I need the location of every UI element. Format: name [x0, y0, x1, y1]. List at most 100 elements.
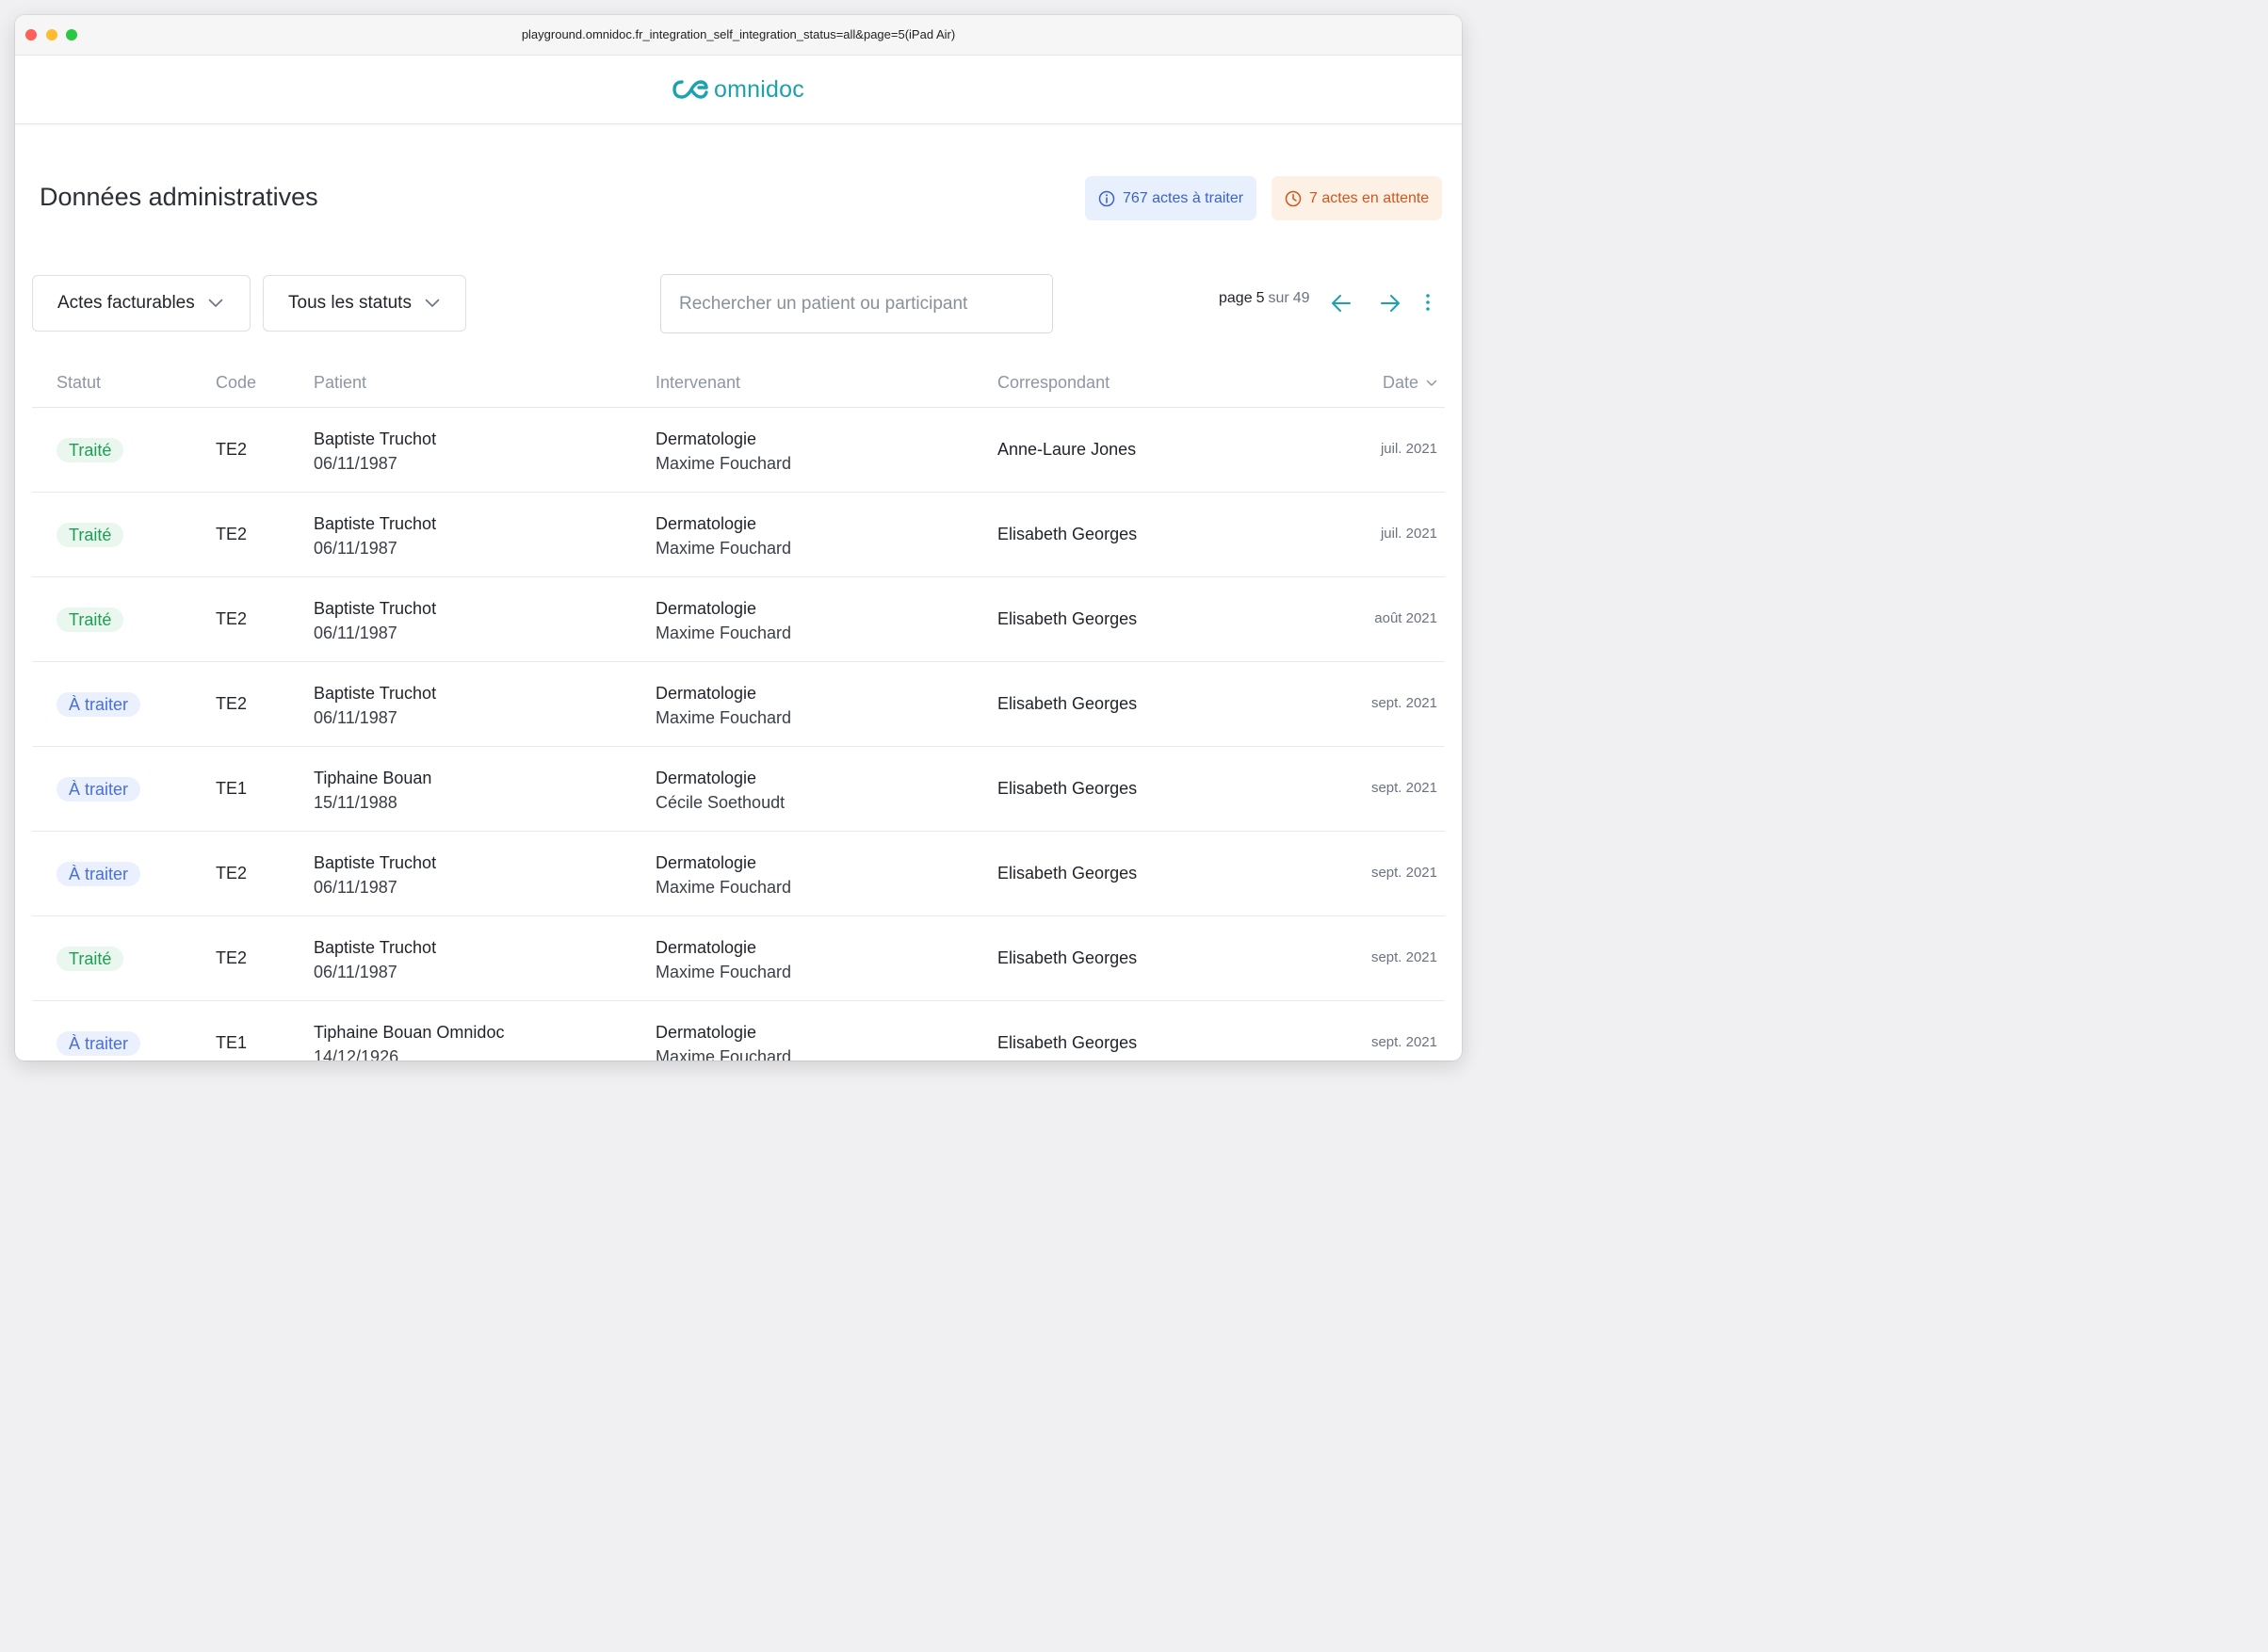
patient-birthdate: 14/12/1926 — [314, 1047, 399, 1061]
status-select[interactable]: Tous les statuts — [263, 275, 466, 332]
act-code: TE2 — [216, 864, 248, 883]
app-header: omnidoc — [15, 56, 1462, 124]
previous-page-button[interactable] — [1328, 290, 1354, 316]
patient-birthdate: 06/11/1987 — [314, 708, 397, 727]
act-date: juil. 2021 — [1380, 526, 1437, 542]
info-circle-icon — [1098, 190, 1115, 206]
omnidoc-logo[interactable]: omnidoc — [672, 76, 804, 104]
sort-chevron-down-icon — [1426, 380, 1437, 386]
header-code[interactable]: Code — [216, 373, 256, 393]
correspondant-name: Elisabeth Georges — [997, 1033, 1138, 1052]
practitioner-name: Maxime Fouchard — [656, 878, 792, 897]
patient-cell: Baptiste Truchot 06/11/1987 — [314, 935, 436, 984]
act-date: sept. 2021 — [1370, 949, 1437, 965]
acts-table: Statut Code Patient Intervenant Correspo… — [32, 362, 1445, 1061]
patient-name: Baptiste Truchot — [314, 514, 437, 533]
status-badge: À traiter — [57, 1031, 141, 1056]
page-label: page — [1219, 290, 1253, 306]
correspondant-name: Elisabeth Georges — [997, 864, 1138, 883]
table-row[interactable]: À traiter TE1 Tiphaine Bouan Omnidoc 14/… — [32, 1001, 1445, 1061]
patient-name: Tiphaine Bouan Omnidoc — [314, 1023, 505, 1042]
to-process-label: 767 actes à traiter — [1123, 189, 1244, 206]
patient-name: Baptiste Truchot — [314, 684, 437, 703]
act-code: TE2 — [216, 694, 248, 713]
status-badge: Traité — [57, 607, 124, 632]
browser-window: playground.omnidoc.fr_integration_self_i… — [15, 15, 1462, 1061]
table-row[interactable]: À traiter TE1 Tiphaine Bouan 15/11/1988 … — [32, 747, 1445, 832]
specialty: Dermatologie — [656, 853, 757, 872]
correspondant-name: Elisabeth Georges — [997, 609, 1138, 628]
pagination-label: page 5 sur 49 — [1219, 290, 1314, 307]
practitioner-name: Maxime Fouchard — [656, 624, 792, 642]
clock-icon — [1285, 190, 1302, 206]
act-code: TE2 — [216, 525, 248, 543]
intervenant-cell: Dermatologie Maxime Fouchard — [656, 1020, 791, 1061]
act-code: TE1 — [216, 1033, 248, 1052]
intervenant-cell: Dermatologie Maxime Fouchard — [656, 511, 791, 560]
patient-cell: Tiphaine Bouan 15/11/1988 — [314, 766, 431, 815]
search-input[interactable] — [660, 274, 1053, 333]
table-header: Statut Code Patient Intervenant Correspo… — [32, 362, 1445, 408]
practitioner-name: Maxime Fouchard — [656, 1047, 792, 1061]
specialty: Dermatologie — [656, 429, 757, 448]
specialty: Dermatologie — [656, 514, 757, 533]
table-row[interactable]: Traité TE2 Baptiste Truchot 06/11/1987 D… — [32, 493, 1445, 577]
header-correspondant[interactable]: Correspondant — [997, 373, 1110, 393]
status-badge: Traité — [57, 438, 124, 462]
patient-cell: Baptiste Truchot 06/11/1987 — [314, 850, 436, 899]
patient-birthdate: 06/11/1987 — [314, 624, 397, 642]
specialty: Dermatologie — [656, 599, 757, 618]
header-date[interactable]: Date — [1383, 373, 1437, 393]
practitioner-name: Maxime Fouchard — [656, 963, 792, 981]
next-page-button[interactable] — [1377, 290, 1403, 316]
total-pages: 49 — [1292, 290, 1310, 306]
table-row[interactable]: À traiter TE2 Baptiste Truchot 06/11/198… — [32, 832, 1445, 916]
act-type-select[interactable]: Actes facturables — [32, 275, 251, 332]
window-titlebar: playground.omnidoc.fr_integration_self_i… — [15, 15, 1462, 56]
intervenant-cell: Dermatologie Maxime Fouchard — [656, 850, 791, 899]
header-statut[interactable]: Statut — [57, 373, 101, 393]
patient-cell: Baptiste Truchot 06/11/1987 — [314, 427, 436, 476]
patient-birthdate: 06/11/1987 — [314, 963, 397, 981]
patient-cell: Tiphaine Bouan Omnidoc 14/12/1926 — [314, 1020, 504, 1061]
correspondant-name: Elisabeth Georges — [997, 948, 1138, 967]
act-type-value: Actes facturables — [57, 293, 195, 313]
table-row[interactable]: Traité TE2 Baptiste Truchot 06/11/1987 D… — [32, 577, 1445, 662]
act-date: sept. 2021 — [1370, 1034, 1437, 1050]
act-code: TE2 — [216, 440, 248, 459]
patient-name: Baptiste Truchot — [314, 599, 437, 618]
status-badge: À traiter — [57, 862, 141, 886]
vertical-dots-icon — [1426, 294, 1430, 311]
table-row[interactable]: Traité TE2 Baptiste Truchot 06/11/1987 D… — [32, 916, 1445, 1001]
table-row[interactable]: À traiter TE2 Baptiste Truchot 06/11/198… — [32, 662, 1445, 747]
act-date: juil. 2021 — [1380, 441, 1437, 457]
specialty: Dermatologie — [656, 684, 757, 703]
window-title: playground.omnidoc.fr_integration_self_i… — [521, 27, 956, 41]
practitioner-name: Maxime Fouchard — [656, 454, 792, 473]
act-code: TE1 — [216, 779, 248, 798]
specialty: Dermatologie — [656, 938, 757, 957]
header-intervenant[interactable]: Intervenant — [656, 373, 740, 393]
patient-name: Baptiste Truchot — [314, 853, 437, 872]
header-patient[interactable]: Patient — [314, 373, 366, 393]
more-options-button[interactable] — [1418, 288, 1437, 316]
patient-birthdate: 06/11/1987 — [314, 878, 397, 897]
pending-label: 7 actes en attente — [1309, 189, 1430, 206]
practitioner-name: Cécile Soethoudt — [656, 793, 786, 812]
status-value: Tous les statuts — [288, 293, 412, 313]
intervenant-cell: Dermatologie Maxime Fouchard — [656, 935, 791, 984]
correspondant-name: Elisabeth Georges — [997, 694, 1138, 713]
current-page: 5 — [1256, 290, 1265, 306]
page-title: Données administratives — [40, 183, 318, 211]
act-date: sept. 2021 — [1370, 780, 1437, 796]
brand-name: omnidoc — [714, 75, 804, 103]
status-badge: À traiter — [57, 777, 141, 802]
practitioner-name: Maxime Fouchard — [656, 539, 792, 558]
chevron-down-icon — [208, 299, 223, 307]
table-row[interactable]: Traité TE2 Baptiste Truchot 06/11/1987 D… — [32, 408, 1445, 493]
act-code: TE2 — [216, 948, 248, 967]
correspondant-name: Anne-Laure Jones — [997, 440, 1137, 459]
pending-badge[interactable]: 7 actes en attente — [1272, 176, 1443, 220]
status-badge: Traité — [57, 947, 124, 971]
to-process-badge[interactable]: 767 actes à traiter — [1085, 176, 1257, 220]
